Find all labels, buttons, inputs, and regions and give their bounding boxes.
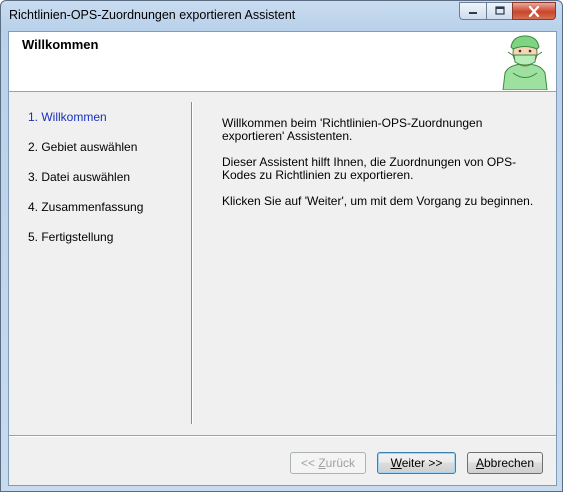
description-text: Dieser Assistent hilft Ihnen, die Zuordn… — [222, 155, 517, 182]
cancel-button-mnemonic: A — [475, 456, 484, 470]
cancel-button-rest: bbrechen — [483, 456, 535, 470]
back-button-mnemonic: Z — [318, 456, 326, 470]
close-button[interactable] — [512, 2, 556, 20]
surgeon-icon — [502, 35, 548, 90]
caption-buttons — [459, 2, 556, 21]
wizard-client-area: Willkommen 1. Willkommen 2. Gebiet auswä… — [8, 31, 557, 486]
step-item-zusammenfassung: 4. Zusammenfassung — [28, 200, 144, 214]
next-button-rest: eiter >> — [401, 456, 443, 470]
step-item-gebiet-auswaehlen: 2. Gebiet auswählen — [28, 140, 138, 154]
back-button-prefix: << — [300, 456, 319, 470]
window-title: Richtlinien-OPS-Zuordnungen exportieren … — [9, 8, 296, 22]
step-item-datei-auswaehlen: 3. Datei auswählen — [28, 170, 131, 184]
close-icon — [528, 5, 540, 17]
minimize-icon — [469, 12, 477, 14]
next-button-mnemonic: W — [390, 456, 402, 470]
step-list: 1. Willkommen 2. Gebiet auswählen 3. Dat… — [28, 110, 143, 260]
maximize-button[interactable] — [486, 2, 512, 20]
maximize-icon — [494, 6, 505, 15]
step-item-willkommen: 1. Willkommen — [28, 110, 107, 124]
vertical-divider — [191, 102, 193, 424]
welcome-text: Willkommen beim 'Richtlinien-OPS-Zuordnu… — [222, 116, 483, 143]
next-button[interactable]: Weiter >> — [377, 452, 456, 474]
wizard-content: Willkommen beim 'Richtlinien-OPS-Zuordnu… — [222, 117, 547, 221]
title-bar[interactable]: Richtlinien-OPS-Zuordnungen exportieren … — [1, 1, 562, 31]
wizard-header: Willkommen — [9, 32, 556, 92]
back-button-rest: urück — [325, 456, 356, 470]
minimize-button[interactable] — [459, 2, 486, 20]
horizontal-divider — [9, 435, 556, 437]
step-item-fertigstellung: 5. Fertigstellung — [28, 230, 114, 244]
cancel-button[interactable]: Abbrechen — [467, 452, 543, 474]
page-title: Willkommen — [22, 37, 99, 52]
wizard-window: Richtlinien-OPS-Zuordnungen exportieren … — [0, 0, 563, 492]
instruction-text: Klicken Sie auf 'Weiter', um mit dem Vor… — [222, 194, 534, 208]
back-button[interactable]: << Zurück — [290, 452, 366, 474]
